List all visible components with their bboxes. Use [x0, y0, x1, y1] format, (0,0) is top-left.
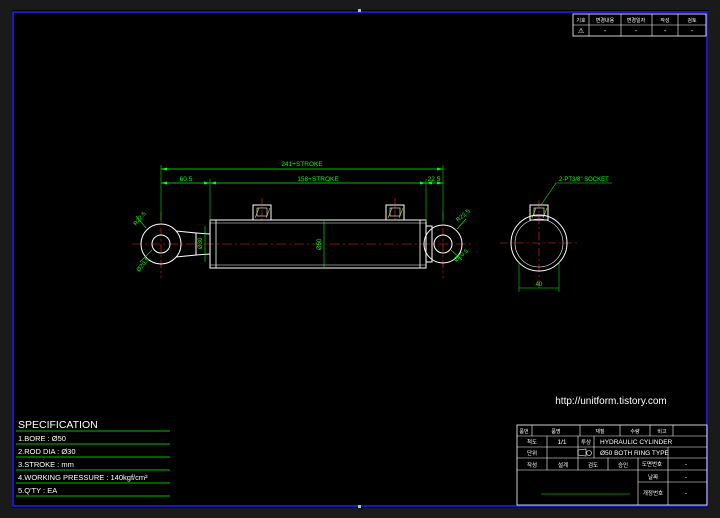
- tb-label-partno: 품번: [519, 428, 529, 435]
- spec-line-qty: 5.Q'TY : EA: [18, 486, 57, 495]
- tb-sign-approve: 승인: [618, 462, 628, 469]
- tb-sign-check: 검도: [588, 462, 598, 469]
- rev-header-date: 변경일자: [627, 17, 646, 24]
- tb-scale-value: 1/1: [557, 439, 566, 446]
- tb-date-value: -: [685, 474, 687, 481]
- dim-body-length: 158+STROKE: [297, 176, 339, 183]
- tb-label-partname: 품명: [551, 428, 560, 435]
- tb-label-material: 재질: [595, 428, 605, 435]
- rev-header-review: 검토: [687, 17, 697, 24]
- tb-label-qty: 수량: [630, 428, 640, 435]
- port-socket-note: 2-PT3/8" SOCKET: [559, 177, 609, 183]
- dim-rod-dia: Ø30: [198, 237, 204, 249]
- spec-line-bore: 1.BORE : Ø50: [18, 434, 66, 443]
- tb-projection-label: 투상: [581, 438, 591, 446]
- drawing-canvas[interactable]: 기호 변경내용 변경일자 작성 검토 ⚠ - - - - 241+STROKE …: [0, 0, 720, 518]
- dim-side-width: 40: [536, 282, 543, 288]
- tb-rev-value: -: [685, 490, 687, 497]
- tb-rev-label: 개정번호: [643, 489, 663, 497]
- dim-left-offset: 60.5: [180, 176, 193, 183]
- spec-line-rod: 2.ROD DIA : Ø30: [18, 447, 76, 456]
- cad-viewport[interactable]: 기호 변경내용 변경일자 작성 검토 ⚠ - - - - 241+STROKE …: [0, 0, 720, 518]
- tb-partname-line2: Ø50 BOTH RING TYPE: [600, 450, 670, 457]
- rev-header-author: 작성: [660, 17, 669, 24]
- spec-line-stroke: 3.STROKE : mm: [18, 460, 74, 469]
- tb-date-label: 날짜: [648, 473, 658, 481]
- tb-drawing-no-label: 도면번호: [642, 460, 662, 468]
- spec-line-pressure: 4.WORKING PRESSURE : 140kgf/cm²: [18, 473, 148, 482]
- rev-header-symbol: 기호: [576, 17, 586, 24]
- spec-title: SPECIFICATION: [18, 419, 98, 431]
- tb-sign-author: 작성: [527, 461, 537, 469]
- tb-partname-line1: HYDRAULIC CYLINDER: [600, 439, 673, 446]
- tb-sign-design: 설계: [558, 461, 568, 469]
- rev-header-content: 변경내용: [596, 17, 615, 24]
- tb-label-remarks: 비고: [657, 428, 667, 435]
- watermark-url: http://unitform.tistory.com: [555, 396, 667, 407]
- tb-scale-label: 척도: [527, 438, 537, 446]
- rev-warning-icon: ⚠: [578, 27, 584, 35]
- dim-bore-dia: Ø50: [317, 238, 323, 250]
- tb-drawing-no-value: -: [685, 461, 687, 468]
- tb-unit-label: 단위: [527, 449, 537, 457]
- center-mark-bottom: [358, 505, 361, 508]
- center-mark-top: [358, 9, 361, 12]
- dim-overall-length: 241+STROKE: [281, 161, 323, 168]
- dim-right-offset: 22.5: [428, 176, 441, 183]
